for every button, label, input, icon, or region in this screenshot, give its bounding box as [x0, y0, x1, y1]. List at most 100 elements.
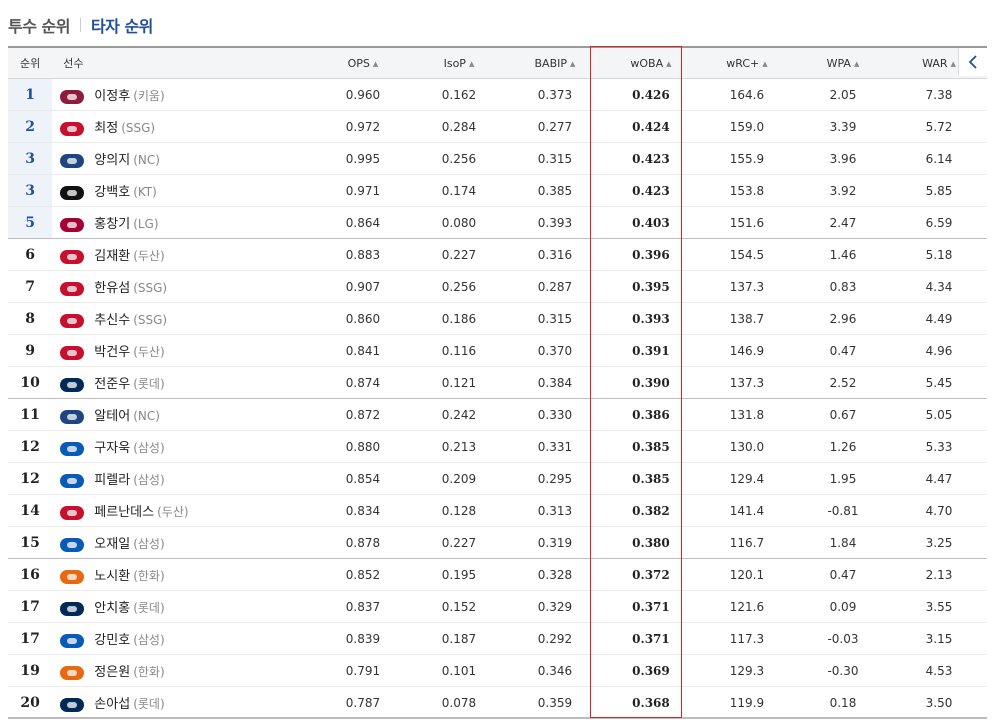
woba-cell: 0.396 [602, 238, 699, 271]
ops-cell: 0.972 [314, 110, 411, 143]
isop-cell: 0.116 [410, 334, 507, 367]
player-name[interactable]: 피렐라 [94, 473, 130, 488]
war-cell: 4.47 [890, 462, 987, 495]
player-name[interactable]: 안치홍 [94, 601, 130, 616]
ops-cell: 0.852 [314, 558, 411, 591]
wrc-cell: 131.8 [698, 398, 795, 431]
woba-cell: 0.382 [602, 494, 699, 527]
table-row: 11 알테어 (NC) 0.872 0.242 0.330 0.386 131.8 0.67 5.… [8, 398, 987, 431]
table-header-row: 순위 선수 OPS ▲ IsoP ▲ BABIP ▲ wOBA ▲ wRC+ ▲ WPA ▲… [8, 48, 987, 79]
wrc-cell: 117.3 [698, 622, 795, 655]
isop-cell: 0.256 [410, 142, 507, 175]
player-name[interactable]: 오재일 [94, 537, 130, 552]
woba-cell: 0.423 [602, 142, 699, 175]
war-cell: 3.55 [890, 590, 987, 623]
isop-cell: 0.128 [410, 494, 507, 527]
player-cell: 이정후 (키움) [52, 78, 315, 111]
team-logo-icon [60, 153, 85, 168]
player-name[interactable]: 페르난데스 [94, 505, 154, 520]
ops-cell: 0.864 [314, 206, 411, 239]
rank-cell: 15 [8, 526, 53, 559]
col-header-babip[interactable]: BABIP ▲ [506, 48, 603, 79]
rank-cell: 7 [8, 270, 53, 303]
player-name[interactable]: 김재환 [94, 249, 130, 264]
ops-cell: 0.837 [314, 590, 411, 623]
table-row: 15 오재일 (삼성) 0.878 0.227 0.319 0.380 116.7 1.84 3.… [8, 526, 987, 559]
player-cell: 알테어 (NC) [52, 398, 315, 431]
player-name[interactable]: 구자욱 [94, 441, 130, 456]
player-name[interactable]: 노시환 [94, 569, 130, 584]
isop-cell: 0.080 [410, 206, 507, 239]
player-team: (삼성) [133, 537, 165, 551]
col-header-woba[interactable]: wOBA ▲ [602, 48, 699, 79]
woba-cell: 0.368 [602, 686, 699, 719]
player-name[interactable]: 한유섬 [94, 281, 130, 296]
woba-cell: 0.369 [602, 654, 699, 687]
player-cell: 안치홍 (롯데) [52, 590, 315, 623]
wpa-cell: 1.46 [794, 238, 891, 271]
player-cell: 추신수 (SSG) [52, 302, 315, 335]
babip-cell: 0.287 [506, 270, 603, 303]
col-header-isop[interactable]: IsoP ▲ [410, 48, 507, 79]
player-name[interactable]: 정은원 [94, 665, 130, 680]
player-team: (두산) [133, 249, 165, 263]
babip-cell: 0.393 [506, 206, 603, 239]
babip-cell: 0.313 [506, 494, 603, 527]
player-team: (두산) [133, 345, 165, 359]
woba-cell: 0.380 [602, 526, 699, 559]
col-header-wrc[interactable]: wRC+ ▲ [698, 48, 795, 79]
ops-cell: 0.883 [314, 238, 411, 271]
wrc-cell: 138.7 [698, 302, 795, 335]
player-name[interactable]: 양의지 [94, 153, 130, 168]
rank-cell: 9 [8, 334, 53, 367]
team-logo-icon [60, 89, 85, 104]
sort-arrow-icon: ▲ [570, 59, 576, 68]
ops-cell: 0.860 [314, 302, 411, 335]
col-header-wpa[interactable]: WPA ▲ [794, 48, 891, 79]
player-name[interactable]: 강백호 [94, 185, 130, 200]
wrc-cell: 119.9 [698, 686, 795, 719]
player-cell: 박건우 (두산) [52, 334, 315, 367]
player-cell: 전준우 (롯데) [52, 366, 315, 399]
sort-arrow-icon: ▲ [853, 59, 860, 68]
player-name[interactable]: 강민호 [94, 633, 130, 648]
player-team: (KT) [133, 185, 157, 199]
player-cell: 홍창기 (LG) [52, 206, 315, 239]
wpa-cell: 1.95 [794, 462, 891, 495]
wrc-cell: 137.3 [698, 366, 795, 399]
team-logo-icon [60, 569, 85, 584]
wrc-cell: 164.6 [698, 78, 795, 111]
babip-cell: 0.373 [506, 78, 603, 111]
woba-cell: 0.371 [602, 590, 699, 623]
player-name[interactable]: 최정 [94, 121, 118, 136]
woba-cell: 0.395 [602, 270, 699, 303]
ops-cell: 0.907 [314, 270, 411, 303]
player-name[interactable]: 추신수 [94, 313, 130, 328]
player-name[interactable]: 손아섭 [94, 697, 130, 712]
babip-cell: 0.346 [506, 654, 603, 687]
player-name[interactable]: 이정후 [94, 89, 130, 104]
table-row: 7 한유섬 (SSG) 0.907 0.256 0.287 0.395 137.3 0.83 4.… [8, 270, 987, 303]
wrc-cell: 121.6 [698, 590, 795, 623]
rank-cell: 16 [8, 558, 53, 591]
player-name[interactable]: 전준우 [94, 377, 130, 392]
ops-cell: 0.971 [314, 174, 411, 207]
player-name[interactable]: 알테어 [94, 409, 130, 424]
chevron-left-icon [968, 55, 977, 69]
player-cell: 피렐라 (삼성) [52, 462, 315, 495]
rank-cell: 17 [8, 622, 53, 655]
babip-cell: 0.319 [506, 526, 603, 559]
player-name[interactable]: 홍창기 [94, 217, 130, 232]
col-header-ops-label: OPS [347, 56, 370, 70]
player-name[interactable]: 박건우 [94, 345, 130, 360]
tab-batter-ranking[interactable]: 타자 순위 [91, 13, 153, 37]
scroll-left-button[interactable] [958, 48, 987, 76]
ops-cell: 0.995 [314, 142, 411, 175]
tab-pitcher-ranking[interactable]: 투수 순위 [8, 13, 70, 37]
table-row: 12 피렐라 (삼성) 0.854 0.209 0.295 0.385 129.4 1.95 4.… [8, 462, 987, 495]
war-cell: 5.45 [890, 366, 987, 399]
rank-cell: 6 [8, 238, 53, 271]
player-team: (LG) [133, 217, 159, 231]
col-header-ops[interactable]: OPS ▲ [314, 48, 411, 79]
player-cell: 정은원 (한화) [52, 654, 315, 687]
